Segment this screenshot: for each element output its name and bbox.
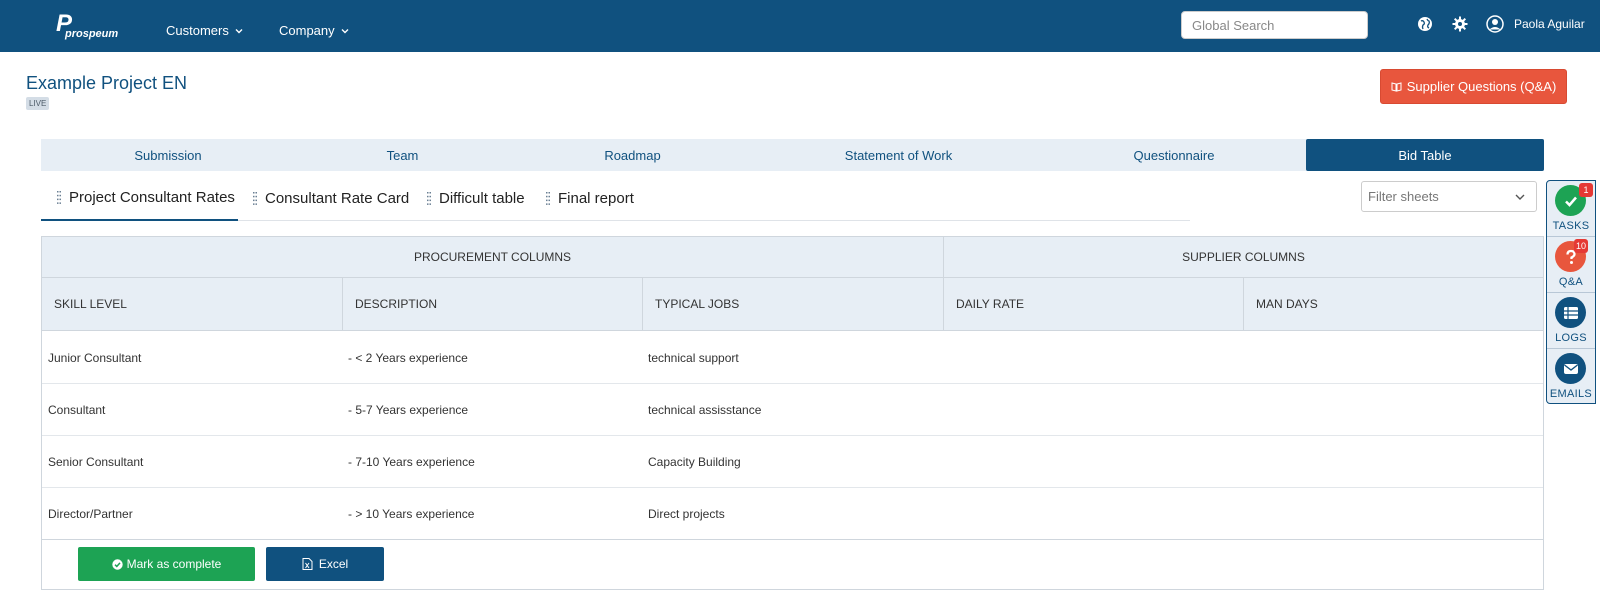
cell-description: - 7-10 Years experience: [348, 454, 475, 469]
top-navbar: P prospeum Customers Company Paola: [0, 0, 1600, 52]
column-man-days: MAN DAYS: [1243, 278, 1543, 330]
table-actions: Mark as complete Excel: [42, 539, 1543, 589]
sheet-tab-label: Consultant Rate Card: [265, 190, 410, 207]
cell-skill-level: Senior Consultant: [48, 454, 144, 469]
side-label-qa: Q&A: [1558, 276, 1584, 288]
sheet-tab-final-report[interactable]: Final report: [546, 176, 634, 221]
side-panel: 1 TASKS 10 Q&A LOGS EMAILS: [1546, 180, 1596, 404]
tab-submission[interactable]: Submission: [41, 139, 295, 171]
chevron-down-icon: [235, 28, 243, 33]
tasks-count-badge: 1: [1579, 183, 1593, 197]
side-item-emails[interactable]: EMAILS: [1547, 349, 1595, 405]
drag-handle-icon[interactable]: [57, 191, 61, 204]
group-procurement-columns: PROCUREMENT COLUMNS: [413, 250, 572, 264]
sheet-tab-project-consultant-rates[interactable]: Project Consultant Rates: [41, 176, 238, 221]
table-row: Consultant - 5-7 Years experience techni…: [42, 384, 1543, 436]
cell-daily-rate[interactable]: [949, 332, 1243, 383]
envelope-icon: [1555, 353, 1586, 384]
chevron-down-icon: [1515, 194, 1525, 200]
filter-sheets-placeholder: Filter sheets: [1368, 189, 1439, 204]
drag-handle-icon[interactable]: [253, 192, 257, 205]
sheet-tab-difficult-table[interactable]: Difficult table: [427, 176, 525, 221]
tab-statement-of-work[interactable]: Statement of Work: [755, 139, 1042, 171]
list-icon: [1555, 297, 1586, 328]
column-daily-rate: DAILY RATE: [943, 278, 1243, 330]
column-skill-level: SKILL LEVEL: [54, 297, 127, 311]
drag-handle-icon[interactable]: [427, 192, 431, 205]
sheet-tab-label: Difficult table: [439, 190, 525, 207]
user-name[interactable]: Paola Aguilar: [1514, 17, 1585, 31]
side-label-emails: EMAILS: [1549, 388, 1593, 400]
side-item-tasks[interactable]: 1 TASKS: [1547, 181, 1595, 237]
cell-man-days[interactable]: [1249, 384, 1543, 435]
mark-complete-button[interactable]: Mark as complete: [78, 547, 255, 581]
nav-customers-label: Customers: [166, 23, 229, 38]
tab-roadmap[interactable]: Roadmap: [510, 139, 755, 171]
table-row: Junior Consultant - < 2 Years experience…: [42, 332, 1543, 384]
tab-bid-table[interactable]: Bid Table: [1306, 139, 1544, 171]
drag-handle-icon[interactable]: [546, 192, 550, 205]
supplier-qa-button[interactable]: Supplier Questions (Q&A): [1380, 69, 1567, 104]
side-item-qa[interactable]: 10 Q&A: [1547, 237, 1595, 293]
cell-skill-level: Director/Partner: [48, 506, 133, 521]
cell-daily-rate[interactable]: [949, 436, 1243, 487]
book-icon: [1391, 82, 1402, 92]
filter-sheets-select[interactable]: Filter sheets: [1361, 181, 1537, 212]
cell-typical-jobs: technical assisstance: [648, 402, 762, 417]
column-typical-jobs: TYPICAL JOBS: [642, 278, 943, 330]
chevron-down-icon: [341, 28, 349, 33]
page-title: Example Project EN: [26, 73, 188, 93]
tab-team[interactable]: Team: [295, 139, 510, 171]
cell-description: - < 2 Years experience: [348, 350, 468, 365]
nav-company-label: Company: [279, 23, 335, 38]
cell-daily-rate[interactable]: [949, 488, 1243, 539]
status-badge: LIVE: [26, 97, 50, 110]
table-column-header: SKILL LEVEL DESCRIPTION TYPICAL JOBS DAI…: [42, 278, 1543, 331]
side-label-logs: LOGS: [1555, 332, 1587, 344]
cell-typical-jobs: technical support: [648, 350, 739, 365]
gear-icon[interactable]: [1452, 16, 1468, 32]
excel-export-button[interactable]: Excel: [266, 547, 384, 581]
user-avatar-icon[interactable]: [1486, 15, 1504, 33]
cell-man-days[interactable]: [1249, 436, 1543, 487]
table-row: Director/Partner - > 10 Years experience…: [42, 488, 1543, 540]
logo-wordmark: prospeum: [65, 28, 119, 40]
bid-table: PROCUREMENT COLUMNS SUPPLIER COLUMNS SKI…: [41, 236, 1544, 590]
group-supplier-columns: SUPPLIER COLUMNS: [943, 237, 1543, 277]
prospeum-logo[interactable]: P prospeum: [56, 12, 120, 41]
side-item-logs[interactable]: LOGS: [1547, 293, 1595, 349]
sheet-tab-label: Final report: [558, 190, 634, 207]
cell-typical-jobs: Direct projects: [648, 506, 725, 521]
sheet-tab-consultant-rate-card[interactable]: Consultant Rate Card: [253, 176, 409, 221]
cell-description: - 5-7 Years experience: [348, 402, 469, 417]
cell-skill-level: Consultant: [48, 402, 106, 417]
supplier-qa-label: Supplier Questions (Q&A): [1406, 79, 1557, 94]
qa-count-badge: 10: [1574, 239, 1589, 253]
cell-man-days[interactable]: [1249, 332, 1543, 383]
globe-icon[interactable]: [1417, 16, 1433, 32]
column-description: DESCRIPTION: [342, 278, 642, 330]
mark-complete-label: Mark as complete: [126, 557, 222, 571]
tab-questionnaire[interactable]: Questionnaire: [1042, 139, 1306, 171]
cell-skill-level: Junior Consultant: [48, 350, 142, 365]
sheet-tabs: Project Consultant Rates Consultant Rate…: [41, 176, 1190, 221]
cell-man-days[interactable]: [1249, 488, 1543, 539]
cell-description: - > 10 Years experience: [348, 506, 475, 521]
excel-label: Excel: [318, 557, 349, 571]
side-label-tasks: TASKS: [1552, 220, 1590, 232]
table-row: Senior Consultant - 7-10 Years experienc…: [42, 436, 1543, 488]
global-search-input[interactable]: [1181, 11, 1368, 39]
cell-typical-jobs: Capacity Building: [648, 454, 741, 469]
excel-file-icon: [302, 558, 313, 570]
check-circle-icon: [111, 558, 123, 570]
nav-company[interactable]: Company: [279, 23, 350, 38]
nav-customers[interactable]: Customers: [166, 23, 244, 38]
main-tabs: Submission Team Roadmap Statement of Wor…: [41, 139, 1544, 171]
sheet-tab-label: Project Consultant Rates: [69, 189, 235, 206]
table-group-header: PROCUREMENT COLUMNS SUPPLIER COLUMNS: [42, 237, 1543, 278]
cell-daily-rate[interactable]: [949, 384, 1243, 435]
